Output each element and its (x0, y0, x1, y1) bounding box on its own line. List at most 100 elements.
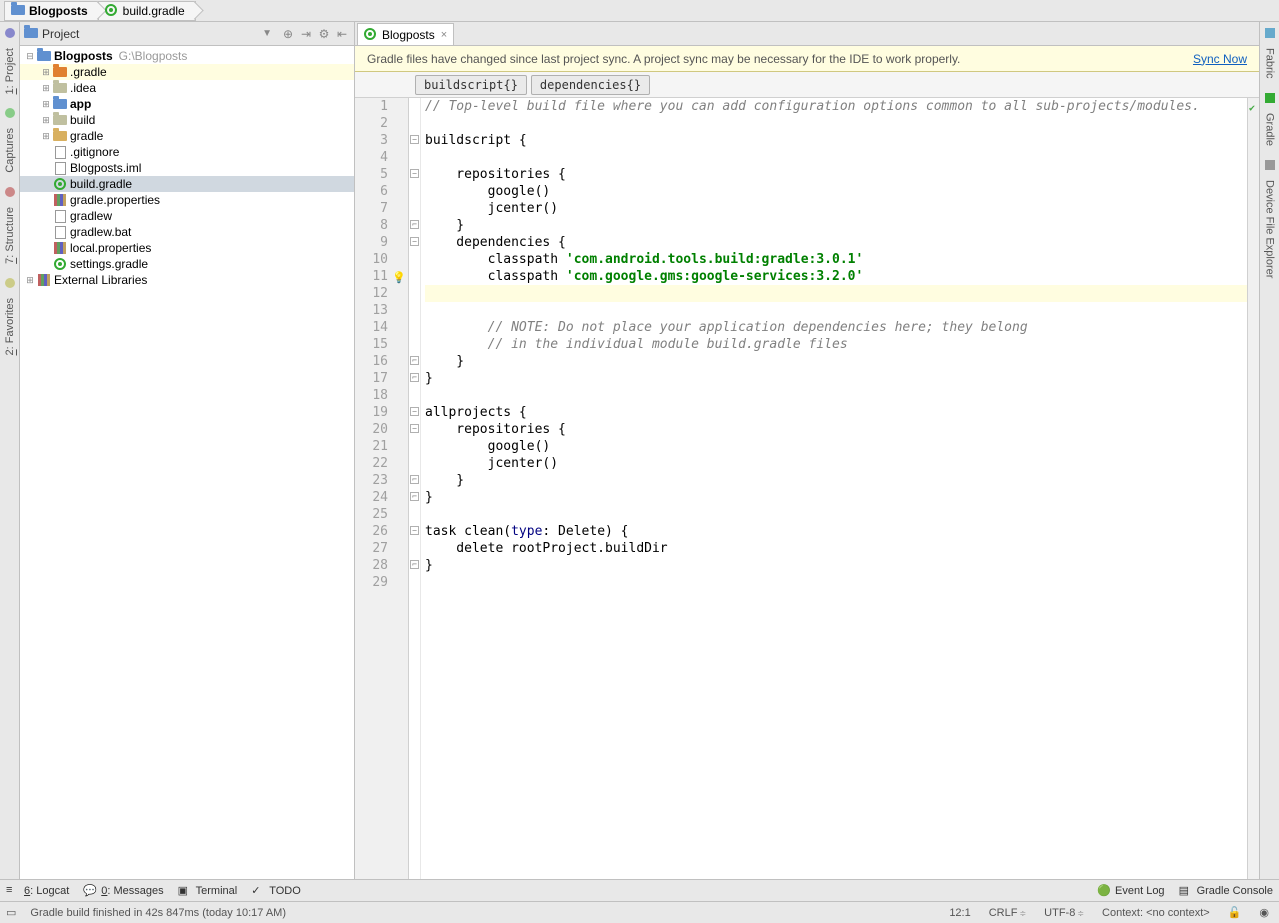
code-line[interactable]: // in the individual module build.gradle… (425, 336, 1247, 353)
code-line[interactable]: google() (425, 438, 1247, 455)
code-line[interactable] (425, 115, 1247, 132)
right-rail-tab[interactable]: Device File Explorer (1262, 172, 1278, 286)
left-rail-tab[interactable]: 1: Project (2, 40, 18, 102)
gear-icon[interactable]: ⚙ (316, 26, 332, 42)
code-line[interactable]: } (425, 489, 1247, 506)
project-tree[interactable]: ⊟BlogpostsG:\Blogposts⊞.gradle⊞.idea⊞app… (20, 46, 354, 879)
tree-expander[interactable]: ⊞ (24, 275, 36, 286)
right-rail-tab[interactable]: Gradle (1262, 105, 1278, 154)
structure-crumb[interactable]: buildscript{} (415, 75, 527, 95)
tree-item[interactable]: ⊞build (20, 112, 354, 128)
tree-expander[interactable]: ⊞ (40, 83, 52, 94)
tree-item[interactable]: .gitignore (20, 144, 354, 160)
code-line[interactable]: } (425, 370, 1247, 387)
code-line[interactable] (425, 506, 1247, 523)
left-rail-tab[interactable]: Captures (2, 120, 18, 181)
code-line[interactable]: // NOTE: Do not place your application d… (425, 319, 1247, 336)
chevron-down-icon[interactable]: ▼ (262, 28, 272, 39)
code-line[interactable] (425, 387, 1247, 404)
code-line[interactable]: repositories { (425, 421, 1247, 438)
tree-expander[interactable]: ⊞ (40, 131, 52, 142)
tree-item[interactable]: ⊞.gradle (20, 64, 354, 80)
editor-tab[interactable]: Blogposts × (357, 23, 454, 45)
fold-toggle[interactable]: − (410, 526, 419, 535)
fold-toggle[interactable]: ⌐ (410, 475, 419, 484)
file-encoding[interactable]: UTF-8≑ (1040, 907, 1088, 919)
tree-item[interactable]: gradle.properties (20, 192, 354, 208)
bottom-tab[interactable]: ▤Gradle Console (1179, 884, 1273, 898)
code-line[interactable]: jcenter() (425, 455, 1247, 472)
right-rail-tab[interactable]: Fabric (1262, 40, 1278, 87)
code-line[interactable]: dependencies { (425, 234, 1247, 251)
lock-icon[interactable]: 🔓 (1224, 906, 1246, 919)
fold-toggle[interactable]: − (410, 407, 419, 416)
code-line[interactable]: } (425, 217, 1247, 234)
code-line[interactable]: } (425, 557, 1247, 574)
tree-item[interactable]: ⊞app (20, 96, 354, 112)
code-content[interactable]: // Top-level build file where you can ad… (421, 98, 1247, 879)
line-separator[interactable]: CRLF≑ (985, 907, 1030, 919)
fold-toggle[interactable]: ⌐ (410, 492, 419, 501)
tree-item[interactable]: gradlew.bat (20, 224, 354, 240)
tree-expander[interactable]: ⊞ (40, 99, 52, 110)
sync-now-link[interactable]: Sync Now (1193, 52, 1247, 66)
structure-crumb[interactable]: dependencies{} (531, 75, 650, 95)
code-line[interactable]: } (425, 353, 1247, 370)
caret-position[interactable]: 12:1 (945, 907, 974, 919)
code-line[interactable]: } (425, 472, 1247, 489)
fold-toggle[interactable]: ⌐ (410, 560, 419, 569)
code-line[interactable]: repositories { (425, 166, 1247, 183)
bottom-tab[interactable]: ✓TODO (251, 884, 301, 898)
code-line[interactable] (425, 285, 1247, 302)
bottom-tab[interactable]: ≡6: Logcat (6, 884, 69, 898)
scroll-target-icon[interactable]: ⊕ (280, 26, 296, 42)
intention-bulb-icon[interactable]: 💡 (392, 269, 406, 283)
code-line[interactable]: delete rootProject.buildDir (425, 540, 1247, 557)
fold-toggle[interactable]: − (410, 169, 419, 178)
tree-expander[interactable]: ⊞ (40, 67, 52, 78)
breadcrumb-item[interactable]: Blogposts (4, 1, 99, 21)
fold-toggle[interactable]: − (410, 135, 419, 144)
bottom-tab[interactable]: 💬0: Messages (83, 884, 163, 898)
code-editor[interactable]: 1234567891011💡12131415161718192021222324… (355, 98, 1259, 879)
tree-item[interactable]: ⊟BlogpostsG:\Blogposts (20, 48, 354, 64)
fold-column[interactable]: − − ⌐ − ⌐ ⌐ − − ⌐ ⌐ − ⌐ (409, 98, 421, 879)
breadcrumb-item[interactable]: build.gradle (98, 1, 196, 21)
tree-item[interactable]: Blogposts.iml (20, 160, 354, 176)
code-line[interactable]: buildscript { (425, 132, 1247, 149)
code-line[interactable]: task clean(type: Delete) { (425, 523, 1247, 540)
fold-toggle[interactable]: − (410, 237, 419, 246)
tree-item[interactable]: build.gradle (20, 176, 354, 192)
left-rail-tab[interactable]: 2: Favorites (2, 290, 18, 363)
fold-toggle[interactable]: ⌐ (410, 373, 419, 382)
bottom-tab[interactable]: 🟢Event Log (1097, 884, 1165, 898)
code-line[interactable] (425, 149, 1247, 166)
close-icon[interactable]: × (441, 29, 447, 41)
code-line[interactable]: jcenter() (425, 200, 1247, 217)
code-line[interactable] (425, 302, 1247, 319)
collapse-icon[interactable]: ⇥ (298, 26, 314, 42)
code-line[interactable]: classpath 'com.android.tools.build:gradl… (425, 251, 1247, 268)
code-line[interactable]: // Top-level build file where you can ad… (425, 98, 1247, 115)
tree-item[interactable]: settings.gradle (20, 256, 354, 272)
tree-item[interactable]: ⊞External Libraries (20, 272, 354, 288)
fold-toggle[interactable]: ⌐ (410, 356, 419, 365)
inspector-icon[interactable]: ◉ (1255, 906, 1273, 919)
code-line[interactable] (425, 574, 1247, 591)
tree-expander[interactable]: ⊟ (24, 51, 36, 62)
hide-icon[interactable]: ⇤ (334, 26, 350, 42)
tree-item[interactable]: local.properties (20, 240, 354, 256)
tree-item[interactable]: gradlew (20, 208, 354, 224)
left-rail-tab[interactable]: 7: Structure (2, 199, 18, 272)
bottom-tab[interactable]: ▣Terminal (178, 884, 238, 898)
code-line[interactable]: classpath 'com.google.gms:google-service… (425, 268, 1247, 285)
code-line[interactable]: allprojects { (425, 404, 1247, 421)
tree-item[interactable]: ⊞gradle (20, 128, 354, 144)
tree-expander[interactable]: ⊞ (40, 115, 52, 126)
tree-item[interactable]: ⊞.idea (20, 80, 354, 96)
fold-toggle[interactable]: ⌐ (410, 220, 419, 229)
context-indicator[interactable]: Context: <no context> (1098, 907, 1214, 919)
project-view-selector[interactable]: Project (42, 27, 256, 41)
code-line[interactable]: google() (425, 183, 1247, 200)
fold-toggle[interactable]: − (410, 424, 419, 433)
